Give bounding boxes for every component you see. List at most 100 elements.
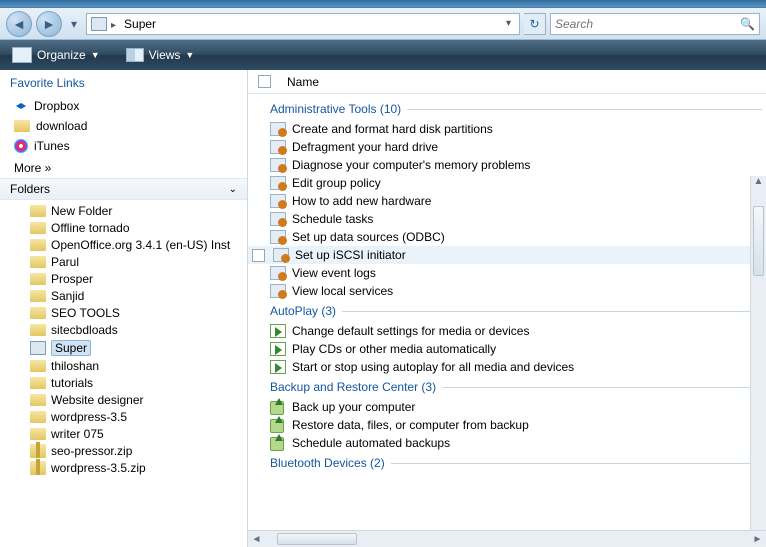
tree-item[interactable]: SEO TOOLS [30,304,247,321]
list-item[interactable]: Edit group policy [248,174,766,192]
tree-item[interactable]: Parul [30,253,247,270]
admin-icon [270,176,286,190]
more-link[interactable]: More » [0,158,247,178]
admin-icon [270,284,286,298]
list-item[interactable]: Set up iSCSI initiator [248,246,766,264]
tree-label: Prosper [51,272,93,286]
scroll-left-button[interactable]: ◄ [248,531,265,547]
list-item[interactable]: Schedule automated backups [248,434,766,452]
backup-icon [270,400,286,414]
scroll-thumb[interactable] [277,533,357,545]
list-item[interactable]: Start or stop using autoplay for all med… [248,358,766,376]
navigation-pane: Favorite Links DropboxdownloadiTunes Mor… [0,70,248,547]
favorite-label: download [36,119,87,133]
tree-item[interactable]: wordpress-3.5.zip [30,459,247,476]
item-label: Back up your computer [292,400,415,414]
tree-label: tutorials [51,376,93,390]
tree-item[interactable]: Super [30,338,247,357]
folder-icon [30,273,46,285]
forward-button[interactable]: ► [36,11,62,37]
item-checkbox[interactable] [252,249,265,262]
group-title-label: AutoPlay (3) [270,304,336,318]
folder-icon [30,324,46,336]
content-pane: Name Administrative Tools (10)Create and… [248,70,766,547]
tree-item[interactable]: wordpress-3.5 [30,408,247,425]
item-label: Start or stop using autoplay for all med… [292,360,574,374]
favorite-link[interactable]: Dropbox [0,96,247,116]
tree-item[interactable]: thiloshan [30,357,247,374]
list-item[interactable]: Schedule tasks [248,210,766,228]
folder-icon [30,205,46,217]
tree-item[interactable]: Sanjid [30,287,247,304]
refresh-button[interactable]: ↻ [524,13,546,35]
tree-item[interactable]: tutorials [30,374,247,391]
column-name[interactable]: Name [279,75,327,89]
list-item[interactable]: View local services [248,282,766,300]
folder-icon [30,360,46,372]
history-dropdown[interactable]: ▾ [66,14,82,34]
search-box[interactable]: 🔍 [550,13,760,35]
tree-item[interactable]: New Folder [30,202,247,219]
chevron-down-icon: ▼ [91,50,100,60]
item-label: Schedule automated backups [292,436,450,450]
scroll-right-button[interactable]: ► [749,531,766,547]
select-all-checkbox[interactable] [258,75,271,88]
tree-item[interactable]: writer 075 [30,425,247,442]
favorite-link[interactable]: download [0,116,247,136]
command-bar: Organize ▼ Views ▼ [0,40,766,70]
item-label: Restore data, files, or computer from ba… [292,418,529,432]
back-button[interactable]: ◄ [6,11,32,37]
item-label: Defragment your hard drive [292,140,438,154]
item-label: Set up iSCSI initiator [295,248,406,262]
folder-icon [14,120,30,132]
folders-header[interactable]: Folders ⌄ [0,178,247,200]
tree-label: wordpress-3.5 [51,410,127,424]
list-item[interactable]: Change default settings for media or dev… [248,322,766,340]
folders-label: Folders [10,182,50,196]
tree-item[interactable]: OpenOffice.org 3.4.1 (en-US) Inst [30,236,247,253]
tree-label: Super [51,340,91,356]
group-header[interactable]: Administrative Tools (10) [248,98,766,120]
list-item[interactable]: View event logs [248,264,766,282]
list-item[interactable]: Set up data sources (ODBC) [248,228,766,246]
list-item[interactable]: Defragment your hard drive [248,138,766,156]
organize-label: Organize [37,48,86,62]
admin-icon [273,248,289,262]
tree-item[interactable]: Prosper [30,270,247,287]
favorite-label: Dropbox [34,99,79,113]
folder-icon [30,307,46,319]
tree-item[interactable]: sitecbdloads [30,321,247,338]
views-label: Views [149,48,181,62]
favorite-link[interactable]: iTunes [0,136,247,156]
super-icon [30,341,46,355]
tree-item[interactable]: Offline tornado [30,219,247,236]
item-label: Change default settings for media or dev… [292,324,529,338]
group-header[interactable]: Backup and Restore Center (3) [248,376,766,398]
list-item[interactable]: Back up your computer [248,398,766,416]
tree-item[interactable]: Website designer [30,391,247,408]
group-title-label: Bluetooth Devices (2) [270,456,385,470]
list-item[interactable]: Create and format hard disk partitions [248,120,766,138]
list-item[interactable]: Diagnose your computer's memory problems [248,156,766,174]
organize-button[interactable]: Organize ▼ [6,45,106,65]
favorite-label: iTunes [34,139,70,153]
folder-icon [30,256,46,268]
item-label: View event logs [292,266,376,280]
address-bar[interactable]: Super ▾ [86,13,520,35]
group-title-label: Backup and Restore Center (3) [270,380,436,394]
address-dropdown[interactable]: ▾ [502,18,515,29]
list-item[interactable]: Play CDs or other media automatically [248,340,766,358]
chevron-down-icon: ▼ [185,50,194,60]
horizontal-scrollbar[interactable]: ◄ ► [248,530,766,547]
list-item[interactable]: How to add new hardware [248,192,766,210]
tree-item[interactable]: seo-pressor.zip [30,442,247,459]
folder-icon [30,239,46,251]
views-button[interactable]: Views ▼ [120,46,201,64]
dropbox-icon [14,100,28,112]
group-header[interactable]: AutoPlay (3) [248,300,766,322]
zip-icon [30,444,46,458]
breadcrumb-current[interactable]: Super [120,15,160,33]
list-item[interactable]: Restore data, files, or computer from ba… [248,416,766,434]
search-input[interactable] [555,17,736,31]
group-header[interactable]: Bluetooth Devices (2) [248,452,766,474]
